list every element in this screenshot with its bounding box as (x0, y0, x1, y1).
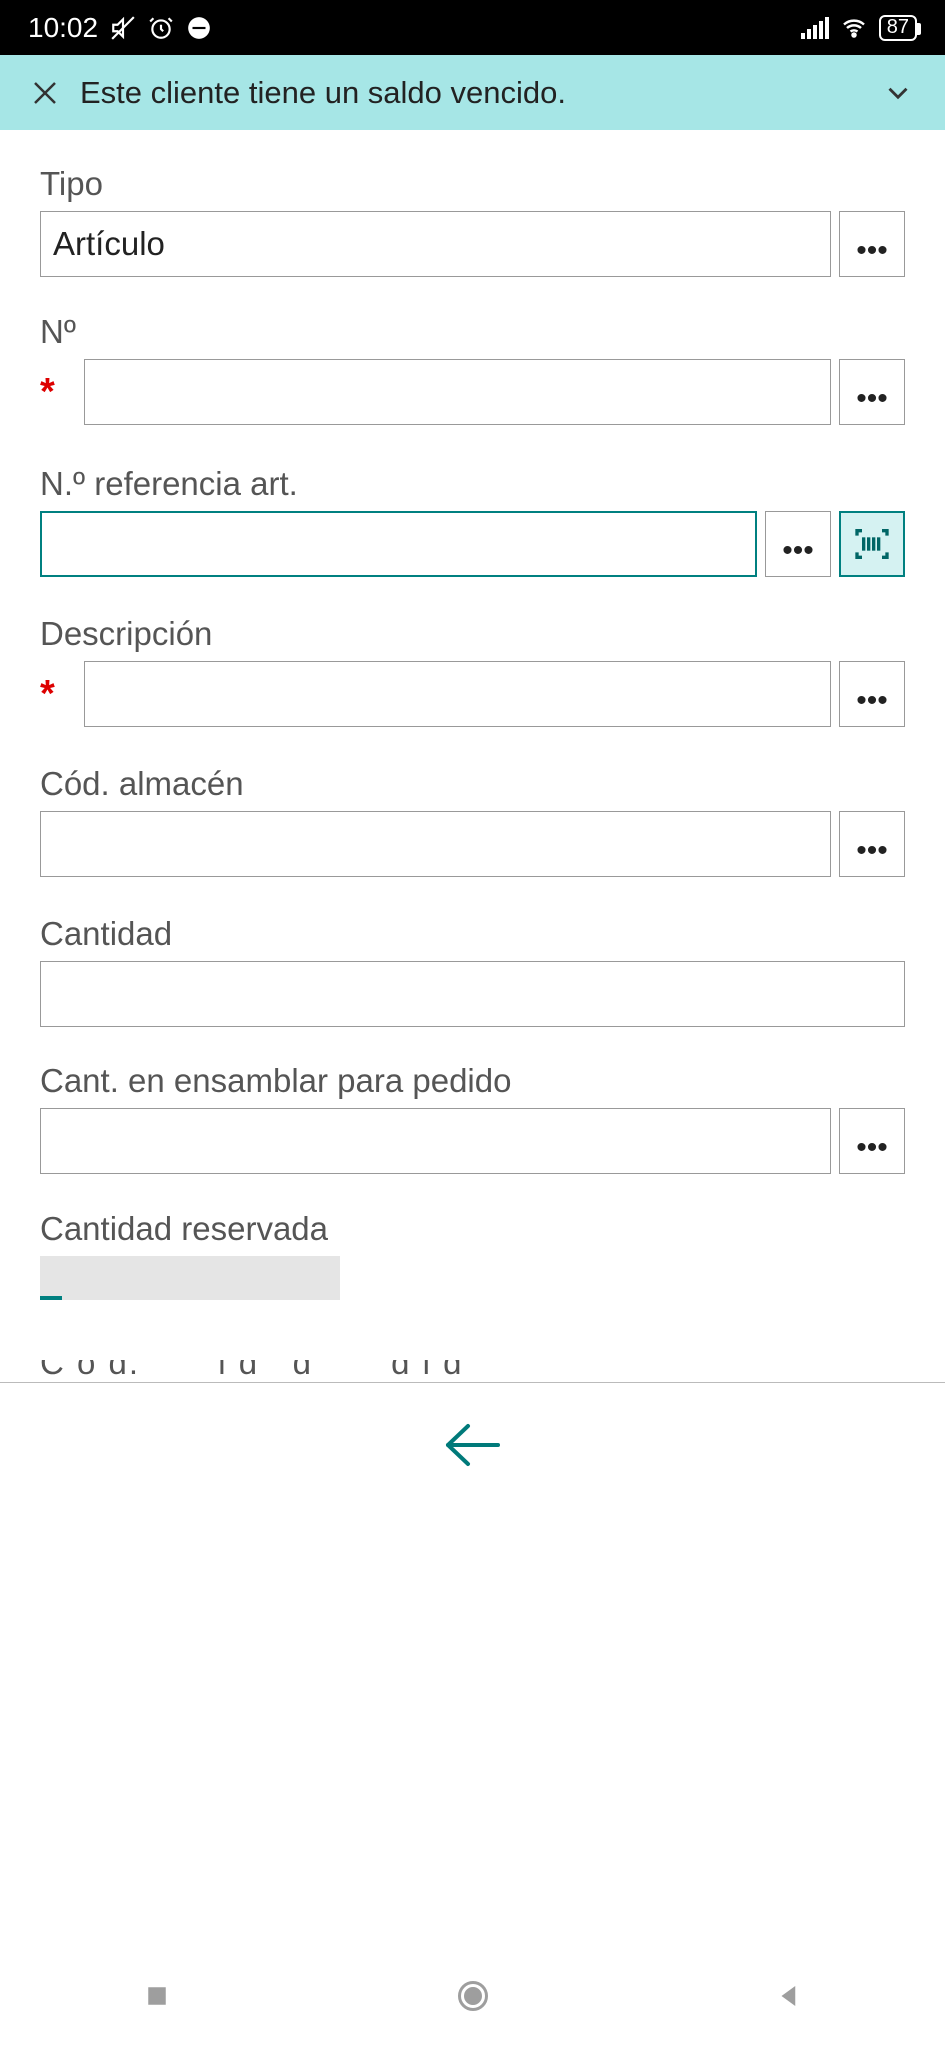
battery-indicator: 87 (879, 15, 917, 41)
underline-accent (40, 1296, 62, 1300)
notification-banner: Este cliente tiene un saldo vencido. (0, 55, 945, 130)
required-icon: * (40, 359, 74, 425)
android-nav-bar (0, 1948, 945, 2048)
label-cantidad: Cantidad (40, 915, 905, 953)
field-tipo: Tipo ••• (40, 165, 905, 277)
ellipsis-icon: ••• (856, 1131, 888, 1165)
back-button[interactable] (438, 1418, 508, 1478)
field-reservada: Cantidad reservada (40, 1210, 905, 1300)
lookup-no[interactable]: ••• (839, 359, 905, 425)
wifi-icon (839, 16, 869, 40)
chevron-down-icon[interactable] (881, 76, 915, 110)
field-cantidad: Cantidad (40, 915, 905, 1027)
dnd-icon (186, 15, 212, 41)
back-bar (0, 1382, 945, 1512)
required-icon: * (40, 661, 74, 727)
input-ref[interactable] (40, 511, 757, 577)
label-no: Nº (40, 313, 905, 351)
label-tipo: Tipo (40, 165, 905, 203)
input-desc[interactable] (84, 661, 831, 727)
lookup-ref[interactable]: ••• (765, 511, 831, 577)
nav-recent-icon[interactable] (142, 1981, 172, 2016)
ellipsis-icon: ••• (856, 234, 888, 268)
readonly-reservada (40, 1256, 340, 1300)
battery-level: 87 (887, 16, 909, 39)
input-tipo[interactable] (40, 211, 831, 277)
scan-barcode-button[interactable] (839, 511, 905, 577)
label-ensamblar: Cant. en ensamblar para pedido (40, 1062, 905, 1100)
field-desc: Descripción * ••• (40, 615, 905, 727)
input-almacen[interactable] (40, 811, 831, 877)
nav-home-icon[interactable] (455, 1978, 491, 2019)
signal-icon (801, 17, 829, 39)
ellipsis-icon: ••• (856, 834, 888, 868)
label-partial: C ó d. i d d d i d (40, 1360, 464, 1381)
label-reservada: Cantidad reservada (40, 1210, 905, 1248)
alarm-icon (148, 15, 174, 41)
lookup-almacen[interactable]: ••• (839, 811, 905, 877)
label-almacen: Cód. almacén (40, 765, 905, 803)
nav-back-icon[interactable] (774, 1981, 804, 2016)
field-ref: N.º referencia art. ••• (40, 465, 905, 577)
field-no: Nº * ••• (40, 313, 905, 425)
close-icon[interactable] (30, 78, 60, 108)
field-ensamblar: Cant. en ensamblar para pedido ••• (40, 1062, 905, 1174)
status-time: 10:02 (28, 12, 98, 44)
label-desc: Descripción (40, 615, 905, 653)
field-almacen: Cód. almacén ••• (40, 765, 905, 877)
input-cantidad[interactable] (40, 961, 905, 1027)
lookup-desc[interactable]: ••• (839, 661, 905, 727)
field-partial: C ó d. i d d d i d (40, 1360, 905, 1382)
lookup-ensamblar[interactable]: ••• (839, 1108, 905, 1174)
input-no[interactable] (84, 359, 831, 425)
mute-icon (110, 15, 136, 41)
ellipsis-icon: ••• (782, 534, 814, 568)
label-ref: N.º referencia art. (40, 465, 905, 503)
status-bar: 10:02 87 (0, 0, 945, 55)
banner-message: Este cliente tiene un saldo vencido. (80, 75, 881, 111)
ellipsis-icon: ••• (856, 684, 888, 718)
input-ensamblar[interactable] (40, 1108, 831, 1174)
ellipsis-icon: ••• (856, 382, 888, 416)
lookup-tipo[interactable]: ••• (839, 211, 905, 277)
